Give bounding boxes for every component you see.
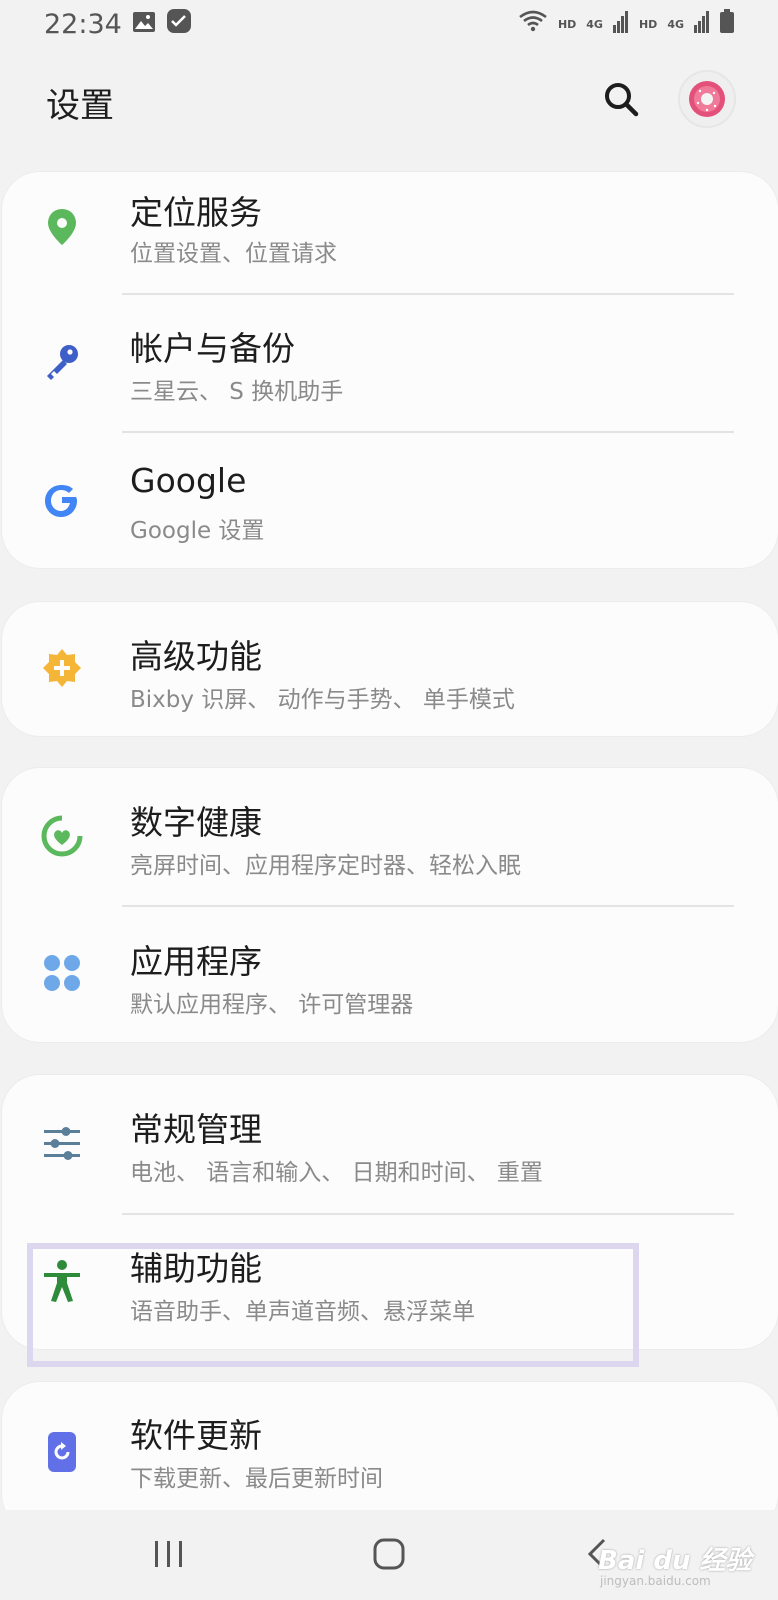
settings-item-apps[interactable]: 应用程序 默认应用程序、 许可管理器 (2, 907, 778, 1042)
status-left: 22:34 (44, 8, 192, 41)
gallery-icon (132, 9, 156, 40)
item-subtitle: Bixby 识屏、 动作与手势、 单手模式 (130, 687, 515, 713)
item-subtitle: 位置设置、位置请求 (130, 241, 337, 267)
search-icon (600, 83, 644, 126)
page-title: 设置 (46, 86, 114, 126)
item-title: 应用程序 (130, 942, 262, 981)
settings-item-general-management[interactable]: 常规管理 电池、 语言和输入、 日期和时间、 重置 (2, 1075, 778, 1213)
item-title: Google (130, 461, 247, 500)
settings-item-location[interactable]: 定位服务 位置设置、位置请求 (2, 172, 778, 310)
software-update-icon (40, 1430, 84, 1474)
settings-group-2: 高级功能 Bixby 识屏、 动作与手势、 单手模式 (2, 602, 778, 736)
signal-icon (612, 9, 629, 40)
apps-icon (40, 951, 84, 995)
baidu-watermark: Bai du 经验 jingyan.baidu.com (598, 1540, 768, 1596)
wifi-icon (518, 9, 548, 40)
network-label-1: HD (557, 17, 577, 31)
donut-avatar-icon (689, 81, 725, 117)
item-title: 数字健康 (130, 803, 262, 842)
item-subtitle: 默认应用程序、 许可管理器 (130, 992, 414, 1018)
settings-item-accessibility[interactable]: 辅助功能 语音助手、单声道音频、悬浮菜单 (2, 1215, 778, 1349)
settings-item-google[interactable]: Google Google 设置 (2, 433, 778, 568)
item-subtitle: 下载更新、最后更新时间 (130, 1466, 383, 1492)
status-right: HD 4G HD 4G (518, 8, 734, 40)
search-button[interactable] (600, 78, 644, 122)
settings-group-3: 数字健康 亮屏时间、应用程序定时器、轻松入眠 应用程序 默认应用程序、 许可管理… (2, 768, 778, 1042)
network-type-2: 4G (667, 17, 684, 31)
item-title: 高级功能 (130, 637, 262, 676)
home-icon (364, 1538, 414, 1580)
recent-apps-button[interactable] (144, 1532, 194, 1576)
item-subtitle: 三星云、 S 换机助手 (130, 379, 344, 405)
settings-item-advanced-features[interactable]: 高级功能 Bixby 识屏、 动作与手势、 单手模式 (2, 602, 778, 736)
advanced-features-icon (40, 646, 84, 690)
location-pin-icon (40, 205, 84, 249)
item-title: 常规管理 (130, 1110, 262, 1149)
home-button[interactable] (364, 1532, 414, 1576)
settings-item-accounts-backup[interactable]: 帐户与备份 三星云、 S 换机助手 (2, 295, 778, 433)
item-title: 定位服务 (130, 193, 262, 232)
watermark-brand: Bai du 经验 (598, 1546, 752, 1576)
digital-wellbeing-icon (40, 814, 84, 858)
signal-icon (694, 9, 710, 40)
status-time: 22:34 (44, 8, 122, 40)
key-icon (40, 339, 84, 383)
settings-group-4: 常规管理 电池、 语言和输入、 日期和时间、 重置 辅助功能 语音助手、单声道音… (2, 1075, 778, 1349)
checklist-icon (166, 8, 192, 41)
settings-group-1: 定位服务 位置设置、位置请求 帐户与备份 三星云、 S 换机助手 Google … (2, 172, 778, 568)
settings-item-digital-wellbeing[interactable]: 数字健康 亮屏时间、应用程序定时器、轻松入眠 (2, 768, 778, 906)
item-subtitle: 亮屏时间、应用程序定时器、轻松入眠 (130, 853, 521, 879)
network-type-1: 4G (586, 17, 603, 31)
item-title: 帐户与备份 (130, 329, 295, 368)
recent-apps-icon (144, 1541, 194, 1580)
status-bar: 22:34 HD 4G HD 4G (0, 0, 778, 48)
avatar[interactable] (678, 70, 736, 128)
item-subtitle: 电池、 语言和输入、 日期和时间、 重置 (130, 1160, 543, 1186)
general-management-icon (40, 1121, 84, 1165)
header: 设置 (0, 60, 778, 140)
network-label-2: HD (638, 17, 658, 31)
accessibility-icon (40, 1259, 84, 1303)
battery-icon (720, 8, 734, 40)
item-title: 辅助功能 (130, 1249, 262, 1288)
watermark-url: jingyan.baidu.com (600, 1574, 711, 1588)
item-subtitle: Google 设置 (130, 518, 265, 544)
item-subtitle: 语音助手、单声道音频、悬浮菜单 (130, 1299, 475, 1325)
google-icon (40, 479, 84, 523)
item-title: 软件更新 (130, 1416, 262, 1455)
